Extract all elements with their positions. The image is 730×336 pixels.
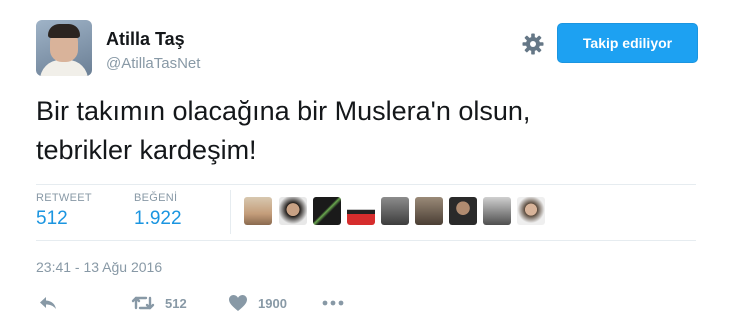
retweet-stat[interactable]: RETWEET 512	[36, 192, 92, 230]
gear-icon[interactable]	[521, 32, 545, 56]
tweet-text: Bir takımın olacağına bir Muslera'n olsu…	[36, 96, 531, 165]
retweet-stat-label: RETWEET	[36, 192, 92, 204]
following-button[interactable]: Takip ediliyor	[557, 23, 698, 63]
avatar-hair	[48, 24, 80, 38]
liker-avatar[interactable]	[449, 197, 477, 225]
tweet-header: Atilla Taş @AtillaTasNet Takip ediliyor	[36, 20, 698, 80]
heart-icon[interactable]	[228, 294, 248, 312]
more-action[interactable]	[321, 292, 345, 314]
liker-avatar[interactable]	[415, 197, 443, 225]
like-stat-label: BEĞENİ	[134, 192, 178, 204]
stats-separator	[230, 190, 231, 234]
like-stat[interactable]: BEĞENİ 1.922	[134, 192, 182, 230]
like-action[interactable]: 1900	[228, 292, 287, 314]
liker-avatar[interactable]	[244, 197, 272, 225]
like-count: 1900	[258, 295, 287, 311]
stats-top-divider	[36, 184, 696, 185]
avatar[interactable]	[36, 20, 92, 76]
reply-icon[interactable]	[38, 294, 58, 312]
liker-avatar[interactable]	[517, 197, 545, 225]
liker-avatar[interactable]	[381, 197, 409, 225]
reply-action[interactable]	[38, 292, 58, 314]
avatar-shirt	[40, 60, 88, 76]
profile-name[interactable]: Atilla Taş	[106, 29, 185, 50]
liker-avatar[interactable]	[347, 197, 375, 225]
tweet-timestamp[interactable]: 23:41 - 13 Ağu 2016	[36, 259, 162, 275]
retweet-count: 512	[165, 295, 187, 311]
retweet-stat-value[interactable]: 512	[36, 208, 92, 230]
retweet-action[interactable]: 512	[131, 292, 187, 314]
liker-avatar[interactable]	[313, 197, 341, 225]
profile-handle[interactable]: @AtillaTasNet	[106, 55, 200, 72]
retweet-icon[interactable]	[131, 294, 155, 312]
liker-avatar[interactable]	[483, 197, 511, 225]
more-icon[interactable]	[321, 294, 345, 312]
liker-avatar[interactable]	[279, 197, 307, 225]
like-stat-value[interactable]: 1.922	[134, 208, 182, 230]
stats-bottom-divider	[36, 240, 696, 241]
